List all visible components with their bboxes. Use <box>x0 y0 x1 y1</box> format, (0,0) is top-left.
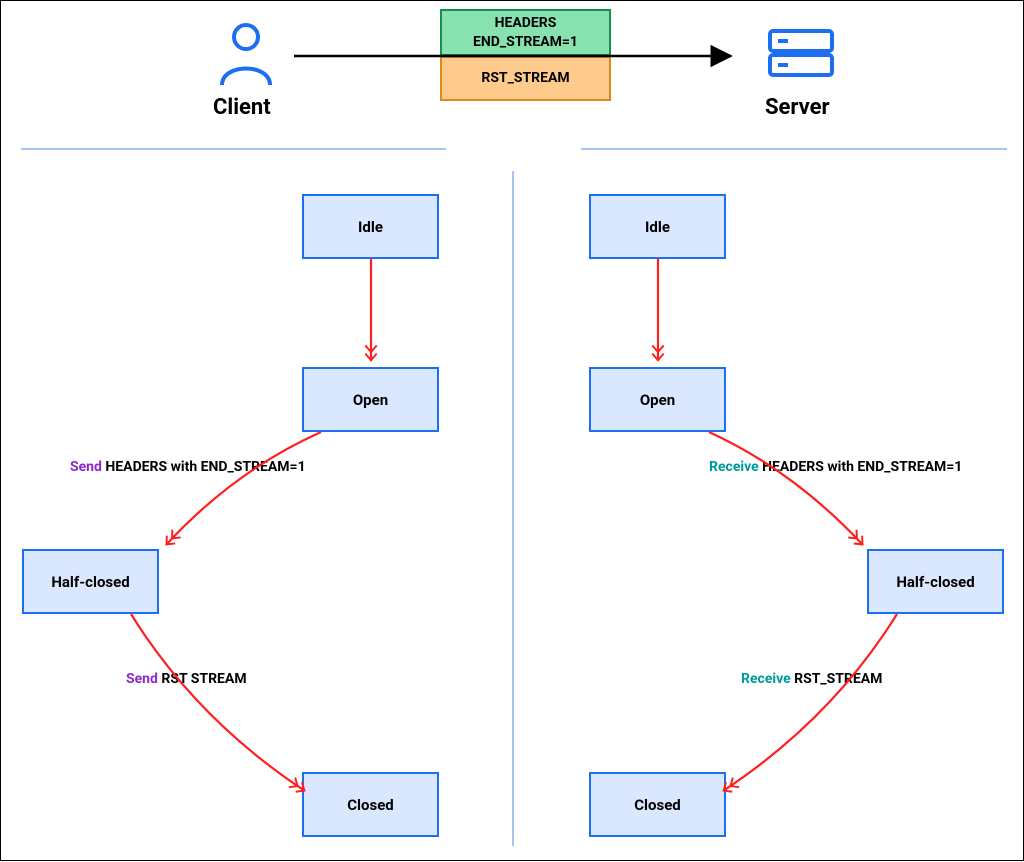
client-state-closed: Closed <box>302 772 439 837</box>
client-send-rst-caption: Send RST STREAM <box>126 671 247 687</box>
client-label: Client <box>213 95 271 120</box>
server-state-idle: Idle <box>589 194 726 259</box>
client-state-idle: Idle <box>302 194 439 259</box>
server-recv-rst-caption: Receive RST_STREAM <box>741 671 882 687</box>
server-state-closed: Closed <box>589 772 726 837</box>
diagram-canvas: Client Server HEADERSEND_STREAM=1 RST_ST… <box>0 0 1024 861</box>
client-state-half-closed: Half-closed <box>22 549 159 614</box>
headers-frame-box: HEADERSEND_STREAM=1 <box>440 9 611 56</box>
client-send-headers-caption: Send HEADERS with END_STREAM=1 <box>70 459 306 475</box>
rst-stream-frame-box: RST_STREAM <box>440 56 611 101</box>
server-icon <box>768 29 834 79</box>
client-state-open: Open <box>302 367 439 432</box>
arrows-overlay <box>1 1 1024 862</box>
server-label: Server <box>765 95 830 120</box>
client-icon <box>216 19 276 87</box>
server-recv-headers-caption: Receive HEADERS with END_STREAM=1 <box>709 459 962 475</box>
server-state-half-closed: Half-closed <box>867 549 1004 614</box>
server-state-open: Open <box>589 367 726 432</box>
